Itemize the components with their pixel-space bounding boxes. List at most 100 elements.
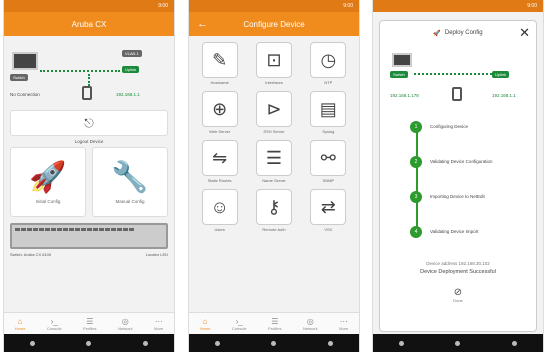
nav-home[interactable]: ⌂ Home <box>200 317 211 331</box>
config-tile-interfaces[interactable]: ⊡ Interfaces <box>249 42 298 85</box>
deploy-step: 2 Validating Device Configuration <box>410 156 536 191</box>
status-bar: 9:00 <box>189 0 359 12</box>
terminal-icon: ⊳ <box>266 98 282 119</box>
status-bar: 9:00 <box>4 0 174 12</box>
home-nav-icon[interactable] <box>271 340 277 346</box>
deploy-config-dialog: 🚀 Deploy Config ✕ Switch Uplink 192.168.… <box>379 20 537 332</box>
back-nav-icon[interactable] <box>214 340 220 346</box>
logout-device-button[interactable]: ⎋ <box>10 110 168 136</box>
uplink-tag: Uplink <box>122 66 140 73</box>
home-nav-icon[interactable] <box>86 340 92 346</box>
recents-nav-icon[interactable] <box>328 340 334 346</box>
logout-icon: ⎋ <box>84 115 94 130</box>
config-tile-web-server[interactable]: ⊕ Web Server <box>195 91 244 134</box>
pencil-icon: ✎ <box>212 49 228 70</box>
recents-nav-icon[interactable] <box>512 340 518 346</box>
console-icon: ›_ <box>50 316 58 326</box>
home-nav-icon[interactable] <box>455 340 461 346</box>
tile-label: Manual Config <box>115 199 145 204</box>
close-icon[interactable]: ✕ <box>519 25 530 41</box>
config-tile-hostname[interactable]: ✎ Hostname <box>195 42 244 85</box>
recents-nav-icon[interactable] <box>143 340 149 346</box>
nav-label: Console <box>231 325 247 331</box>
nav-home[interactable]: ⌂ Home <box>15 317 26 331</box>
phone-screen-configure-device: 9:00 ← Configure Device ✎ Hostname ⊡ Inter… <box>188 0 360 352</box>
initial-config-tile[interactable]: 🚀 Initial Config <box>10 147 86 217</box>
config-tile-syslog[interactable]: ▤ Syslog <box>304 91 353 134</box>
ip-address-label: 192.168.1.1 <box>116 92 140 97</box>
phone-screen-deploy-config: 9:00 🚀 Deploy Config ✕ Switch Uplink 192… <box>372 0 544 352</box>
dialog-title: Deploy Config <box>444 30 483 36</box>
bottom-nav: ⌂ Home ›_ Console ☰ Profiles ◎ Network ⋯ More <box>189 312 359 334</box>
tile-label: Users <box>214 227 225 232</box>
network-icon: ⚯ <box>320 147 336 168</box>
back-nav-icon[interactable] <box>29 340 35 346</box>
locator-led-label[interactable]: Locator LED <box>146 252 168 257</box>
nav-network[interactable]: ◎ Network <box>118 317 133 331</box>
topology-view: Switch VLAN 1 Uplink No Connection 192.1… <box>4 36 174 106</box>
clock-icon: ◷ <box>320 49 337 70</box>
switch-tag: Switch <box>390 71 408 78</box>
nav-network[interactable]: ◎ Network <box>303 317 318 331</box>
tile-label: Hostname <box>210 80 229 85</box>
topology-view: Switch Uplink 192.168.1.178 192.168.1.1 <box>380 45 536 117</box>
switch-image <box>10 223 168 249</box>
step-label: Validating Device Import <box>430 229 479 234</box>
page-title: Aruba CX <box>71 19 107 29</box>
switch-tag: Switch <box>10 74 28 81</box>
nav-label: More <box>339 325 349 331</box>
system-nav-bar <box>189 334 359 352</box>
vlan-tag: VLAN 1 <box>122 50 142 57</box>
config-tile-ssh-server[interactable]: ⊳ SSH Server <box>249 91 298 134</box>
rocket-icon: 🚀 <box>29 161 67 194</box>
tile-label: Name Server <box>262 178 286 183</box>
step-label: Configuring Device <box>430 124 469 129</box>
home-icon: ⌂ <box>202 316 208 326</box>
exchange-icon: ⇄ <box>320 196 336 217</box>
back-arrow-icon[interactable]: ← <box>197 18 208 30</box>
connection-line <box>88 74 90 86</box>
config-tile-ntp[interactable]: ◷ NTP <box>304 42 353 85</box>
nav-console[interactable]: ›_ Console <box>232 317 247 331</box>
tile-label: VSX <box>324 227 333 232</box>
nav-more[interactable]: ⋯ More <box>339 317 348 331</box>
mobile-device-icon <box>82 86 92 100</box>
tile-label: Remote Auth <box>262 227 286 232</box>
connection-line <box>40 70 120 72</box>
home-icon: ⌂ <box>17 316 23 326</box>
page-title: Configure Device <box>243 19 305 29</box>
config-tile-snmp[interactable]: ⚯ SNMP <box>304 140 353 183</box>
nav-console[interactable]: ›_ Console <box>47 317 62 331</box>
config-tile-name-server[interactable]: ☰ Name Server <box>249 140 298 183</box>
config-tile-static-routes[interactable]: ⇋ Static Routes <box>195 140 244 183</box>
more-icon: ⋯ <box>154 316 163 326</box>
logout-section-label: Logout Device <box>74 139 104 144</box>
config-tile-vsx[interactable]: ⇄ VSX <box>304 189 353 232</box>
app-bar: ← Configure Device <box>189 12 359 36</box>
deployment-result-text: Device Deployment Successful <box>420 269 496 275</box>
nav-label: Profiles <box>83 325 97 331</box>
nav-label: Profiles <box>268 325 282 331</box>
console-icon: ›_ <box>235 316 243 326</box>
tile-label: Syslog <box>322 129 335 134</box>
done-button[interactable]: ⊘ Done <box>380 287 536 303</box>
step-number: 2 <box>410 156 422 168</box>
ip-address-label: 192.168.1.178 <box>390 93 419 98</box>
rocket-icon: 🚀 <box>433 30 441 37</box>
phone-screen-device-home: 9:00 Aruba CX Switch VLAN 1 Uplink No Co… <box>3 0 175 352</box>
manual-config-tile[interactable]: 🔧 Manual Config <box>92 147 168 217</box>
app-bar: Aruba CX <box>4 12 174 36</box>
nav-label: Home <box>199 325 211 331</box>
status-bar: 9:00 <box>373 0 543 12</box>
nav-profiles[interactable]: ☰ Profiles <box>268 317 281 331</box>
signpost-icon: ⇋ <box>212 147 228 168</box>
config-grid: ✎ Hostname ⊡ Interfaces ◷ NTP ⊕ Web Server ⊳… <box>189 36 359 232</box>
config-tile-users[interactable]: ☺ Users <box>195 189 244 232</box>
step-label: Importing Device to NetEdit <box>430 194 485 199</box>
config-tile-remote-auth[interactable]: ⚷ Remote Auth <box>249 189 298 232</box>
bottom-nav: ⌂ Home ›_ Console ☰ Profiles ◎ Network ⋯ More <box>4 312 174 334</box>
nav-more[interactable]: ⋯ More <box>154 317 163 331</box>
nav-profiles[interactable]: ☰ Profiles <box>83 317 96 331</box>
back-nav-icon[interactable] <box>398 340 404 346</box>
uplink-tag: Uplink <box>492 71 510 78</box>
